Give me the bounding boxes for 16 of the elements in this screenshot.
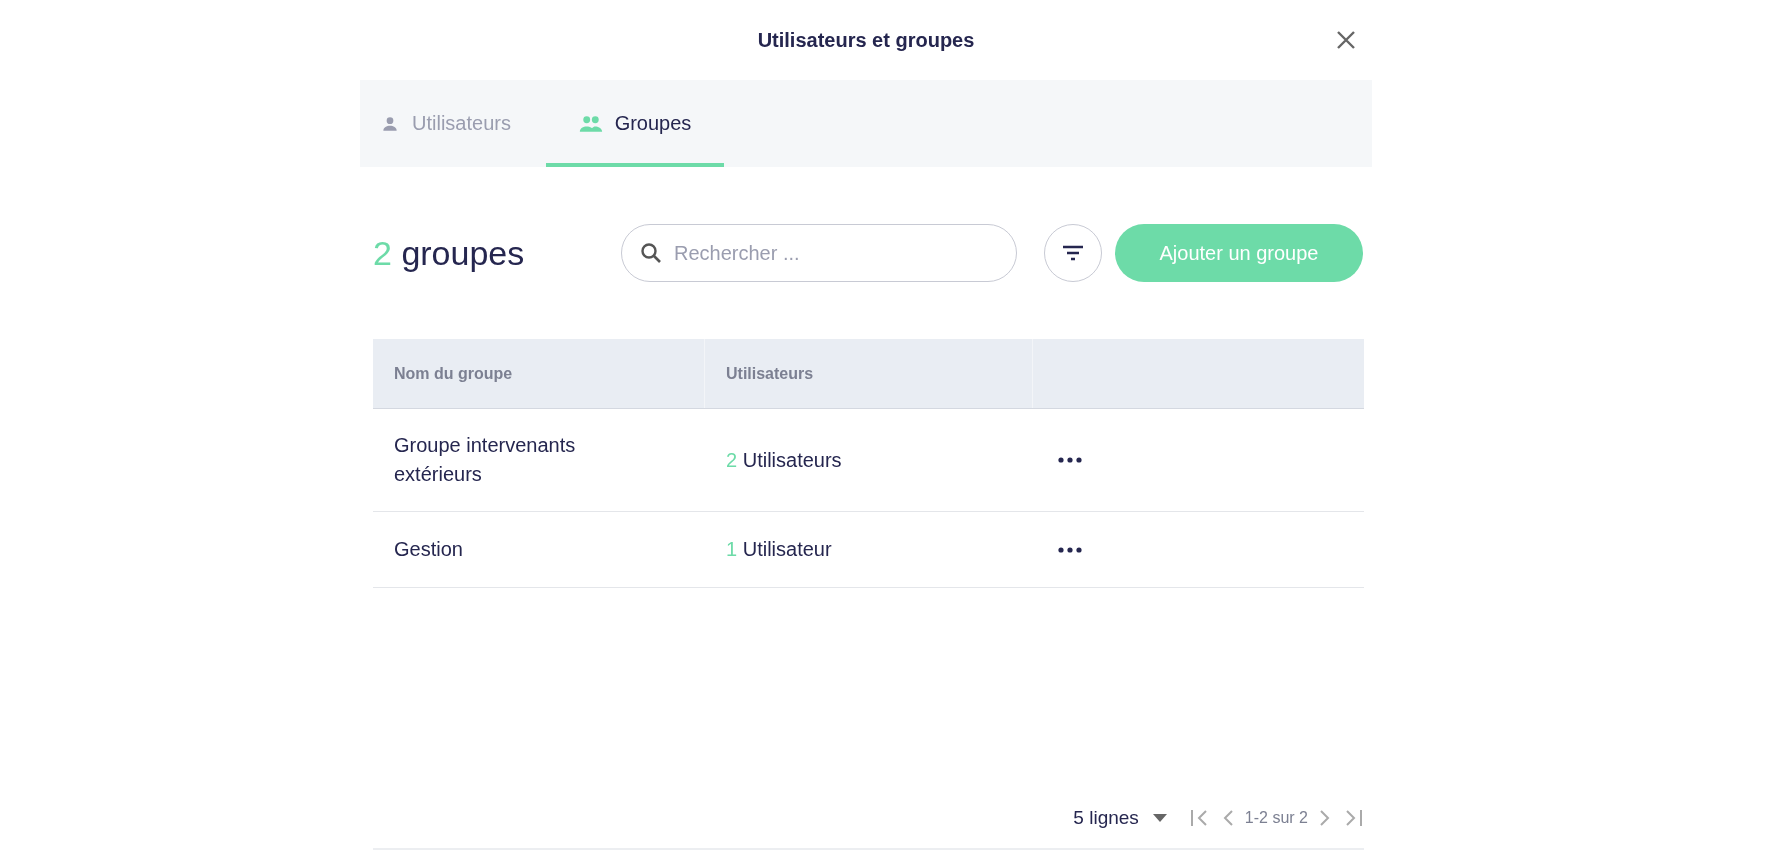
rows-per-page-select[interactable]: 5 lignes bbox=[1067, 806, 1173, 830]
page-range: 1-2 sur 2 bbox=[1244, 809, 1308, 827]
search-field[interactable]: Rechercher ... bbox=[621, 224, 1017, 282]
table-cell-text: 2 Utilisateurs bbox=[725, 448, 843, 472]
search-icon bbox=[639, 241, 663, 265]
group-count-heading: 2 groupes bbox=[373, 233, 526, 273]
tab[interactable]: Groupes bbox=[546, 80, 724, 167]
table-cell-text: 1 Utilisateur bbox=[725, 538, 833, 561]
filter-icon bbox=[1061, 243, 1085, 263]
table-cell-text: Groupe intervenants extérieurs bbox=[393, 433, 577, 487]
column-header: Utilisateurs bbox=[705, 339, 1033, 408]
people-icon bbox=[578, 113, 603, 134]
column-header: Nom du groupe bbox=[373, 339, 705, 408]
dialog-title: Utilisateurs et groupes bbox=[757, 28, 975, 52]
table-cell-text: Gestion bbox=[393, 537, 464, 562]
caret-icon bbox=[1152, 814, 1167, 822]
